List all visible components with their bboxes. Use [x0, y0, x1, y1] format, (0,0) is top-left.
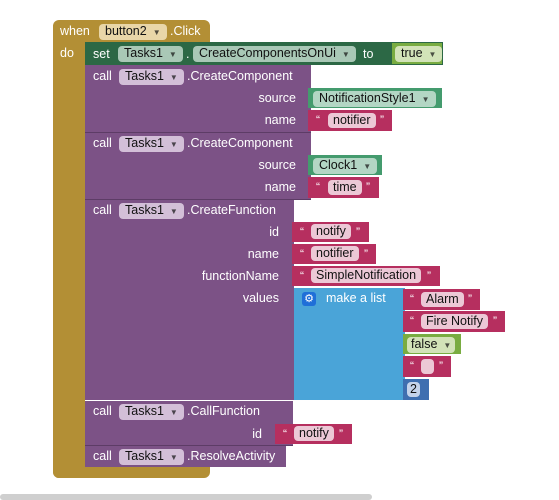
quote-close: ” — [364, 247, 368, 261]
dot-label: . — [186, 47, 190, 61]
dropdown-arrow-icon: ▼ — [443, 341, 452, 350]
list-label: make a list — [326, 291, 386, 305]
component-dropdown[interactable]: Tasks1 ▼ — [119, 69, 184, 85]
list-item-text[interactable]: Fire Notify — [421, 314, 488, 329]
name-label: name — [264, 113, 296, 127]
method-name: .CreateFunction — [187, 203, 276, 217]
text-value[interactable]: notify — [311, 224, 351, 239]
quote-open: “ — [283, 427, 287, 441]
dropdown-arrow-icon: ▼ — [169, 140, 178, 149]
list-item-text[interactable]: Alarm — [421, 292, 464, 307]
to-label: to — [363, 47, 374, 61]
text-value[interactable]: SimpleNotification — [311, 268, 422, 283]
dropdown-arrow-icon: ▼ — [363, 162, 372, 171]
component-dropdown[interactable]: Tasks1 ▼ — [119, 136, 184, 152]
component-dropdown[interactable]: Tasks1 ▼ — [119, 404, 184, 420]
id-label: id — [252, 427, 262, 441]
call-label: call — [93, 203, 112, 217]
component-name: NotificationStyle1 — [319, 91, 416, 105]
source-label: source — [258, 158, 296, 172]
method-name: .ResolveActivity — [187, 449, 276, 463]
quote-close: ” — [439, 359, 443, 373]
function-name-label: functionName — [201, 269, 279, 283]
quote-close: ” — [493, 314, 497, 328]
quote-close: ” — [339, 427, 343, 441]
method-name: .CreateComponent — [187, 136, 293, 150]
source-label: source — [258, 91, 296, 105]
quote-open: “ — [300, 247, 304, 261]
text-value[interactable]: notify — [294, 426, 334, 441]
boolean-dropdown[interactable]: false ▼ — [407, 337, 456, 353]
do-label: do — [60, 46, 74, 60]
component-name: Clock1 — [319, 158, 358, 172]
quote-open: “ — [410, 359, 414, 373]
event-block-footer — [53, 466, 210, 478]
dropdown-arrow-icon: ▼ — [421, 95, 430, 104]
name-label: name — [264, 180, 296, 194]
boolean-value: true — [401, 46, 423, 60]
dropdown-arrow-icon: ▼ — [169, 453, 178, 462]
dropdown-arrow-icon: ▼ — [169, 408, 178, 417]
text-value[interactable]: time — [328, 180, 362, 195]
dropdown-arrow-icon: ▼ — [169, 73, 178, 82]
quote-open: “ — [316, 180, 320, 194]
method-name: .CallFunction — [187, 404, 260, 418]
call-label: call — [93, 449, 112, 463]
dropdown-arrow-icon: ▼ — [152, 28, 161, 37]
quote-open: “ — [300, 269, 304, 283]
dropdown-arrow-icon: ▼ — [341, 50, 350, 59]
event-name: .Click — [170, 24, 201, 38]
number-value[interactable]: 2 — [407, 382, 420, 397]
id-label: id — [269, 225, 279, 239]
boolean-dropdown[interactable]: true ▼ — [395, 46, 443, 62]
call-label: call — [93, 69, 112, 83]
component-name: Tasks1 — [125, 404, 164, 418]
quote-open: “ — [410, 292, 414, 306]
component-dropdown[interactable]: Tasks1 ▼ — [119, 449, 184, 465]
event-block-body — [53, 42, 85, 478]
boolean-value: false — [411, 337, 438, 351]
component-name: button2 — [105, 24, 147, 38]
gear-icon[interactable]: ⚙ — [302, 292, 316, 306]
component-dropdown[interactable]: Tasks1 ▼ — [118, 46, 183, 62]
horizontal-scrollbar[interactable] — [0, 494, 372, 500]
dropdown-arrow-icon: ▼ — [168, 50, 177, 59]
list-item-text[interactable] — [421, 359, 434, 374]
component-dropdown[interactable]: NotificationStyle1 ▼ — [313, 91, 436, 107]
component-name: Tasks1 — [125, 136, 164, 150]
quote-open: “ — [316, 113, 320, 127]
quote-close: ” — [427, 269, 431, 283]
name-label: name — [247, 247, 279, 261]
method-name: .CreateComponent — [187, 69, 293, 83]
component-dropdown[interactable]: Tasks1 ▼ — [119, 203, 184, 219]
text-value[interactable]: notifier — [328, 113, 376, 128]
quote-close: ” — [356, 225, 360, 239]
quote-close: ” — [366, 180, 370, 194]
quote-close: ” — [468, 292, 472, 306]
call-label: call — [93, 404, 112, 418]
component-name: Tasks1 — [125, 449, 164, 463]
values-label: values — [242, 291, 279, 305]
component-name: Tasks1 — [125, 203, 164, 217]
property-dropdown[interactable]: CreateComponentsOnUi ▼ — [193, 46, 356, 62]
quote-open: “ — [410, 314, 414, 328]
when-label: when — [60, 24, 90, 38]
component-name: Tasks1 — [125, 69, 164, 83]
property-name: CreateComponentsOnUi — [199, 46, 336, 60]
dropdown-arrow-icon: ▼ — [428, 50, 437, 59]
component-dropdown[interactable]: button2 ▼ — [99, 24, 167, 40]
dropdown-arrow-icon: ▼ — [169, 207, 178, 216]
component-dropdown[interactable]: Clock1 ▼ — [313, 158, 378, 174]
quote-close: ” — [380, 113, 384, 127]
quote-open: “ — [300, 225, 304, 239]
text-value[interactable]: notifier — [311, 246, 359, 261]
component-name: Tasks1 — [124, 46, 163, 60]
set-label: set — [93, 47, 110, 61]
call-label: call — [93, 136, 112, 150]
